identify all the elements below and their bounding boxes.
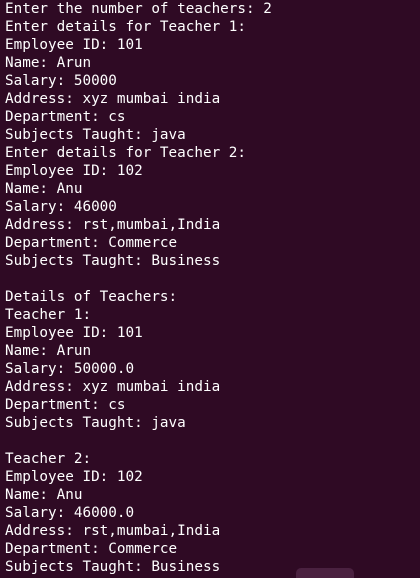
terminal-line: Enter the number of teachers: 2 bbox=[5, 1, 272, 17]
terminal-line: Department: Commerce bbox=[5, 541, 178, 557]
terminal-line: Address: rst,mumbai,India bbox=[5, 217, 221, 233]
terminal-line: Address: xyz mumbai india bbox=[5, 379, 221, 395]
terminal-line: Teacher 2: bbox=[5, 451, 92, 467]
terminal-line: Name: Arun bbox=[5, 55, 92, 71]
terminal-output[interactable]: Enter the number of teachers: 2 Enter de… bbox=[0, 0, 420, 578]
terminal-line: Department: Commerce bbox=[5, 235, 178, 251]
terminal-line: Subjects Taught: java bbox=[5, 127, 186, 143]
terminal-line: Teacher 1: bbox=[5, 307, 92, 323]
terminal-line: Salary: 50000 bbox=[5, 73, 117, 89]
terminal-line: Salary: 50000.0 bbox=[5, 361, 135, 377]
terminal-line: Department: cs bbox=[5, 397, 126, 413]
terminal-line: Enter details for Teacher 1: bbox=[5, 19, 247, 35]
terminal-line: Name: Arun bbox=[5, 343, 92, 359]
terminal-line: Employee ID: 102 bbox=[5, 163, 143, 179]
terminal-line: Address: xyz mumbai india bbox=[5, 91, 221, 107]
terminal-line: Enter details for Teacher 2: bbox=[5, 145, 247, 161]
terminal-line: Details of Teachers: bbox=[5, 289, 178, 305]
scrollbar-thumb[interactable] bbox=[296, 568, 354, 578]
terminal-line: Name: Anu bbox=[5, 181, 83, 197]
terminal-line: Subjects Taught: Business bbox=[5, 253, 221, 269]
terminal-line: Department: cs bbox=[5, 109, 126, 125]
terminal-line: Subjects Taught: java bbox=[5, 415, 186, 431]
terminal-line: Employee ID: 102 bbox=[5, 469, 143, 485]
terminal-line: Salary: 46000.0 bbox=[5, 505, 135, 521]
terminal-line: Salary: 46000 bbox=[5, 199, 117, 215]
terminal-line: Address: rst,mumbai,India bbox=[5, 523, 221, 539]
terminal-line: Subjects Taught: Business bbox=[5, 559, 221, 575]
terminal-line: Name: Anu bbox=[5, 487, 83, 503]
terminal-line: Employee ID: 101 bbox=[5, 37, 143, 53]
terminal-line: Employee ID: 101 bbox=[5, 325, 143, 341]
